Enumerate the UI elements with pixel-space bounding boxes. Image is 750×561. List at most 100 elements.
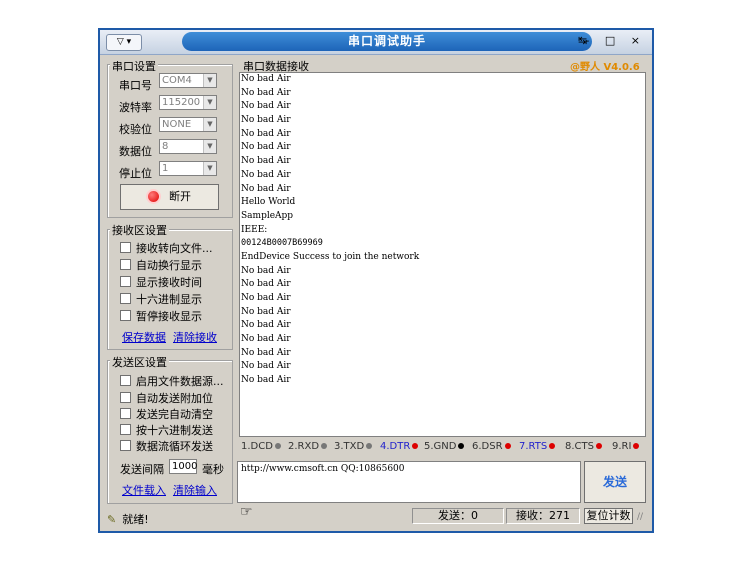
send-text-input[interactable]: http://www.cmsoft.cn QQ:10865600 [237,461,581,503]
signal-led-icon [366,443,373,449]
auto-wrap-checkbox[interactable]: 自动换行显示 [120,257,202,273]
chevron-down-icon: ▼ [203,74,216,87]
signal-label: 9.RI [612,441,632,452]
signal-6: 6.DSR [472,441,511,452]
save-data-link[interactable]: 保存数据 [122,329,166,345]
system-menu-button[interactable]: ▽ ▾ [106,34,142,51]
signal-label: 3.TXD [334,441,365,452]
signal-led-icon [458,443,465,449]
databits-select[interactable]: 8 ▼ [159,139,217,154]
received-counter: 接收：271 [506,508,580,524]
receive-settings-title: 接收区设置 [110,222,169,238]
receive-line: No bad Air [241,101,291,112]
hex-send-checkbox[interactable]: 按十六进制发送 [120,422,213,438]
signal-8: 8.CTS [565,441,602,452]
load-file-link[interactable]: 文件载入 [122,482,166,498]
signal-label: 4.DTR [380,441,411,452]
baud-label: 波特率 [119,101,152,114]
receive-line: No bad Air [241,375,291,386]
receive-to-file-checkbox[interactable]: 接收转向文件... [120,240,213,256]
chevron-down-icon: ▼ [203,162,216,175]
send-settings-title: 发送区设置 [110,354,169,370]
title-bar: ▽ ▾ 串口调试助手 ↹ - □ × [100,30,652,55]
stopbits-value: 1 [162,163,169,174]
clear-input-link[interactable]: 清除输入 [173,482,217,498]
option-label: 十六进制显示 [136,293,202,306]
receive-line: No bad Air [241,169,291,180]
option-label: 发送完自动清空 [136,408,213,421]
databits-value: 8 [162,141,169,152]
receive-line: No bad Air [241,183,291,194]
signal-5: 5.GND [424,441,465,452]
receive-line: No bad Air [241,361,291,372]
receive-line: No bad Air [241,347,291,358]
signal-led-icon [595,443,602,449]
databits-label: 数据位 [119,145,152,158]
pointing-hand-icon: ☞ [240,504,253,520]
receive-line: IEEE: [241,224,268,235]
receive-line: No bad Air [241,74,291,84]
receive-line: No bad Air [241,293,291,303]
option-label: 启用文件数据源... [136,375,224,388]
hex-display-checkbox[interactable]: 十六进制显示 [120,291,202,307]
signal-led-icon [633,443,640,449]
receive-line: No bad Air [241,320,291,331]
send-button[interactable]: 发送 [584,461,646,503]
resize-grip-icon[interactable]: ∕∕ [637,512,643,522]
port-value: COM4 [162,75,192,86]
chevron-down-icon: ▼ [203,118,216,131]
option-label: 暂停接收显示 [136,310,202,323]
show-receive-time-checkbox[interactable]: 显示接收时间 [120,274,202,290]
pause-display-checkbox[interactable]: 暂停接收显示 [120,308,202,324]
signal-7: 7.RTS [519,441,556,452]
signal-1: 1.DCD [241,441,281,452]
stopbits-select[interactable]: 1 ▼ [159,161,217,176]
port-select[interactable]: COM4 ▼ [159,73,217,88]
clear-receive-link[interactable]: 清除接收 [173,329,217,345]
parity-select[interactable]: NONE ▼ [159,117,217,132]
signal-4: 4.DTR [380,441,419,452]
auto-clear-checkbox[interactable]: 发送完自动清空 [120,406,213,422]
signal-9: 9.RI [612,441,640,452]
reset-count-button[interactable]: 复位计数 [584,508,633,524]
signal-led-icon [504,443,511,449]
receive-line: SampleApp [241,210,294,221]
receive-line: No bad Air [241,279,291,290]
option-label: 接收转向文件... [136,242,213,255]
signal-label: 2.RXD [288,441,320,452]
option-label: 显示接收时间 [136,276,202,289]
baud-value: 115200 [162,97,201,108]
parity-label: 校验位 [119,123,152,136]
loop-send-checkbox[interactable]: 数据流循环发送 [120,438,213,454]
signal-led-icon [321,443,328,449]
option-label: 按十六进制发送 [136,424,213,437]
receive-line: No bad Air [241,334,291,345]
stopbits-label: 停止位 [119,167,152,180]
signal-label: 1.DCD [241,441,273,452]
send-interval-label: 发送间隔 [120,463,164,476]
send-interval-unit: 毫秒 [202,463,224,476]
serial-settings-title: 串口设置 [110,58,158,74]
receive-line: No bad Air [241,306,291,317]
chevron-down-icon: ▼ [203,140,216,153]
signal-label: 6.DSR [472,441,503,452]
open-close-port-button[interactable]: 断开 [120,184,219,210]
version-badge: @野人 V4.0.6 [570,62,640,73]
parity-value: NONE [162,119,192,130]
receive-line: Hello World [241,197,296,208]
signal-label: 7.RTS [519,441,548,452]
receive-line: No bad Air [241,156,291,167]
pencil-icon: ✎ [107,513,117,526]
status-ready-text: 就绪! [122,513,149,526]
receive-text-area[interactable]: No bad Air No bad Air No bad Air No bad Air… [239,72,646,437]
status-ready: ✎ 就绪! [107,511,149,527]
file-source-checkbox[interactable]: 启用文件数据源... [120,373,224,389]
sent-counter: 发送：0 [412,508,504,524]
window-controls[interactable]: - □ × [585,34,646,47]
auto-append-checkbox[interactable]: 自动发送附加位 [120,390,213,406]
receive-line: EndDevice Success to join the network [241,251,420,262]
send-interval-input[interactable]: 1000 [169,459,197,474]
option-label: 自动发送附加位 [136,392,213,405]
baud-select[interactable]: 115200 ▼ [159,95,217,110]
receive-line: No bad Air [241,128,291,139]
